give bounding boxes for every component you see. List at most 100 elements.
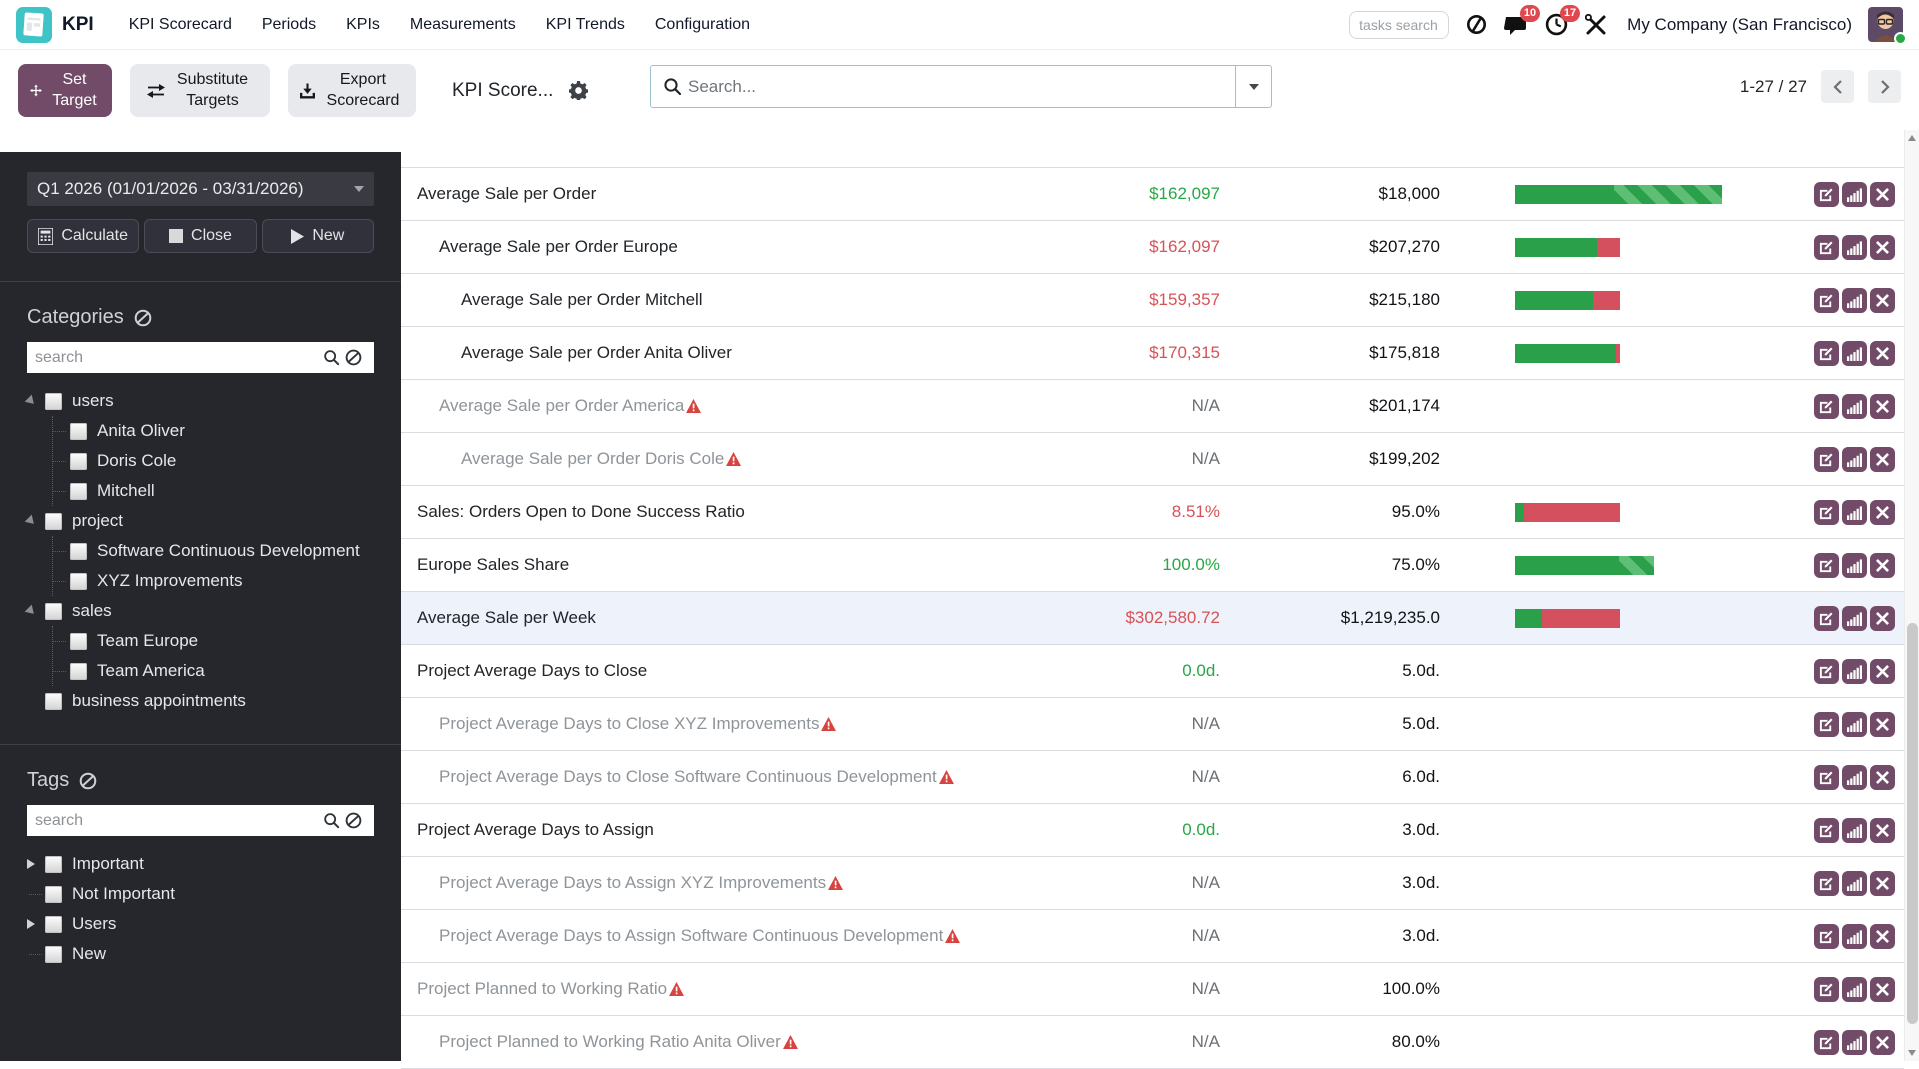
tag-checkbox[interactable]	[45, 856, 62, 873]
close-period-button[interactable]: Close	[144, 219, 256, 253]
edit-kpi-button[interactable]	[1814, 712, 1839, 737]
category-checkbox[interactable]	[70, 633, 87, 650]
table-row[interactable]: Average Sale per Order America N/A $201,…	[401, 380, 1904, 433]
avatar[interactable]	[1868, 7, 1903, 42]
nav-item-configuration[interactable]: Configuration	[642, 8, 763, 42]
kpi-chart-button[interactable]	[1842, 341, 1867, 366]
delete-kpi-button[interactable]	[1870, 500, 1895, 525]
tree-collapsed-arrow-icon[interactable]	[27, 859, 35, 869]
category-checkbox[interactable]	[70, 453, 87, 470]
delete-kpi-button[interactable]	[1870, 394, 1895, 419]
nav-item-kpi-scorecard[interactable]: KPI Scorecard	[116, 8, 245, 42]
edit-kpi-button[interactable]	[1814, 659, 1839, 684]
edit-kpi-button[interactable]	[1814, 288, 1839, 313]
tasks-search-input[interactable]	[1349, 11, 1449, 39]
set-target-button[interactable]: Set Target	[18, 64, 112, 117]
kpi-chart-button[interactable]	[1842, 235, 1867, 260]
kpi-chart-button[interactable]	[1842, 1030, 1867, 1055]
scrollbar-thumb[interactable]	[1907, 623, 1918, 1023]
kpi-chart-button[interactable]	[1842, 500, 1867, 525]
table-row[interactable]: Average Sale per Order Mitchell $159,357…	[401, 274, 1904, 327]
category-child-item[interactable]: XYZ Improvements	[53, 566, 374, 596]
edit-kpi-button[interactable]	[1814, 235, 1839, 260]
ban-icon[interactable]	[345, 349, 362, 366]
category-checkbox[interactable]	[45, 513, 62, 530]
ban-icon[interactable]	[79, 772, 97, 790]
edit-kpi-button[interactable]	[1814, 182, 1839, 207]
tree-expand-arrow-icon[interactable]	[25, 515, 38, 528]
kpi-chart-button[interactable]	[1842, 606, 1867, 631]
tree-collapsed-arrow-icon[interactable]	[27, 919, 35, 929]
category-checkbox[interactable]	[45, 393, 62, 410]
category-child-item[interactable]: Mitchell	[53, 476, 374, 506]
table-row[interactable]: Europe Sales Share 100.0% 75.0%	[401, 539, 1904, 592]
edit-kpi-button[interactable]	[1814, 553, 1839, 578]
category-checkbox[interactable]	[70, 483, 87, 500]
search-input[interactable]	[682, 77, 1235, 97]
kpi-chart-button[interactable]	[1842, 659, 1867, 684]
kpi-chart-button[interactable]	[1842, 924, 1867, 949]
tag-checkbox[interactable]	[45, 946, 62, 963]
table-row[interactable]: Project Average Days to Close Software C…	[401, 751, 1904, 804]
category-checkbox[interactable]	[70, 423, 87, 440]
company-name[interactable]: My Company (San Francisco)	[1627, 15, 1852, 35]
activities-clock-icon[interactable]: 17	[1543, 12, 1569, 38]
tags-search-input[interactable]	[27, 805, 374, 836]
delete-kpi-button[interactable]	[1870, 871, 1895, 896]
delete-kpi-button[interactable]	[1870, 712, 1895, 737]
nav-item-measurements[interactable]: Measurements	[397, 8, 529, 42]
delete-kpi-button[interactable]	[1870, 924, 1895, 949]
nav-item-kpi-trends[interactable]: KPI Trends	[533, 8, 638, 42]
category-checkbox[interactable]	[45, 603, 62, 620]
edit-kpi-button[interactable]	[1814, 606, 1839, 631]
edit-kpi-button[interactable]	[1814, 818, 1839, 843]
delete-kpi-button[interactable]	[1870, 182, 1895, 207]
edit-kpi-button[interactable]	[1814, 765, 1839, 790]
search-dropdown-toggle[interactable]	[1235, 66, 1271, 107]
pager-previous-button[interactable]	[1821, 70, 1854, 103]
scroll-up-arrow[interactable]	[1905, 130, 1919, 146]
table-row[interactable]: Average Sale per Week $302,580.72 $1,219…	[401, 592, 1904, 645]
edit-kpi-button[interactable]	[1814, 394, 1839, 419]
tag-checkbox[interactable]	[45, 886, 62, 903]
table-row[interactable]: Average Sale per Order Doris Cole N/A $1…	[401, 433, 1904, 486]
category-checkbox[interactable]	[45, 693, 62, 710]
tag-item[interactable]: Users	[27, 909, 374, 939]
category-child-item[interactable]: Anita Oliver	[53, 416, 374, 446]
new-period-button[interactable]: New	[262, 219, 374, 253]
circle-slash-icon[interactable]	[1463, 12, 1489, 38]
tag-item[interactable]: Important	[27, 849, 374, 879]
edit-kpi-button[interactable]	[1814, 1030, 1839, 1055]
delete-kpi-button[interactable]	[1870, 818, 1895, 843]
category-item[interactable]: business appointments	[27, 686, 374, 716]
table-row[interactable]: Project Planned to Working Ratio Anita O…	[401, 1016, 1904, 1069]
delete-kpi-button[interactable]	[1870, 765, 1895, 790]
edit-kpi-button[interactable]	[1814, 871, 1839, 896]
kpi-chart-button[interactable]	[1842, 712, 1867, 737]
kpi-chart-button[interactable]	[1842, 288, 1867, 313]
delete-kpi-button[interactable]	[1870, 341, 1895, 366]
kpi-chart-button[interactable]	[1842, 977, 1867, 1002]
kpi-chart-button[interactable]	[1842, 765, 1867, 790]
nav-item-periods[interactable]: Periods	[249, 8, 329, 42]
calculate-button[interactable]: Calculate	[27, 219, 139, 253]
kpi-chart-button[interactable]	[1842, 182, 1867, 207]
gear-icon[interactable]	[569, 81, 588, 100]
tree-expand-arrow-icon[interactable]	[25, 395, 38, 408]
table-row[interactable]: Project Planned to Working Ratio N/A 100…	[401, 963, 1904, 1016]
vertical-scrollbar[interactable]	[1904, 130, 1919, 1061]
delete-kpi-button[interactable]	[1870, 977, 1895, 1002]
category-item[interactable]: sales	[27, 596, 374, 626]
tools-icon[interactable]	[1583, 12, 1609, 38]
categories-search-input[interactable]	[27, 342, 374, 373]
delete-kpi-button[interactable]	[1870, 288, 1895, 313]
substitute-targets-button[interactable]: Substitute Targets	[130, 64, 270, 117]
category-child-item[interactable]: Team America	[53, 656, 374, 686]
kpi-chart-button[interactable]	[1842, 447, 1867, 472]
ban-icon[interactable]	[345, 812, 362, 829]
export-scorecard-button[interactable]: Export Scorecard	[288, 64, 416, 117]
table-row[interactable]: Project Average Days to Close 0.0d. 5.0d…	[401, 645, 1904, 698]
category-child-item[interactable]: Software Continuous Development	[53, 536, 374, 566]
table-row[interactable]: Average Sale per Order Europe $162,097 $…	[401, 221, 1904, 274]
scroll-down-arrow[interactable]	[1905, 1045, 1919, 1061]
